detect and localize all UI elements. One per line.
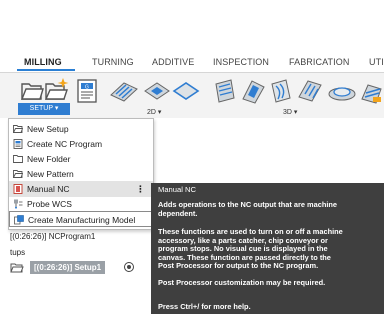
- 2d-adaptive-icon[interactable]: [108, 77, 140, 105]
- menu-item-new-folder[interactable]: New Folder: [9, 151, 153, 167]
- tooltip-details: These functions are used to turn on or o…: [158, 227, 378, 271]
- menu-item-label: Create Manufacturing Model: [28, 215, 136, 225]
- nc-program-toolbar-icon[interactable]: G: [76, 79, 98, 103]
- tooltip-description: Adds operations to the NC output that ar…: [158, 200, 378, 218]
- group-2d-label[interactable]: 2D ▾: [147, 108, 161, 116]
- manual-nc-icon: [13, 184, 23, 194]
- new-setup-icon[interactable]: [20, 80, 44, 102]
- 2d-face-icon[interactable]: [172, 77, 200, 105]
- menu-item-label: New Folder: [27, 154, 71, 164]
- tooltip-help-hint: Press Ctrl+/ for more help.: [158, 302, 251, 311]
- target-icon[interactable]: [124, 262, 134, 272]
- svg-text:G: G: [85, 84, 89, 90]
- menu-item-probe-wcs[interactable]: Probe WCS: [9, 196, 153, 212]
- menu-item-label: Manual NC: [27, 184, 70, 194]
- menu-item-label: Create NC Program: [27, 139, 103, 149]
- nc-program-icon: [13, 139, 23, 149]
- setups-folder-label[interactable]: tups: [10, 248, 25, 257]
- 3d-steep-shallow-icon[interactable]: [359, 79, 384, 105]
- menu-item-label: New Setup: [27, 124, 69, 134]
- group-3d-label[interactable]: 3D ▾: [283, 108, 297, 116]
- folder-icon: [13, 155, 23, 163]
- 2d-pocket-icon[interactable]: [143, 77, 171, 105]
- tab-fabrication[interactable]: FABRICATION: [289, 57, 349, 67]
- tooltip-title: Manual NC: [158, 185, 196, 194]
- tooltip-line: dependent.: [158, 208, 198, 218]
- probe-icon: [14, 199, 23, 209]
- tab-turning[interactable]: TURNING: [92, 57, 134, 67]
- 3d-pocket-icon[interactable]: [240, 77, 266, 105]
- tooltip-line: Post Processor for output to the NC prog…: [158, 261, 319, 271]
- setup-dropdown-button[interactable]: SETUP ▾: [18, 103, 70, 115]
- menu-item-label: Probe WCS: [27, 199, 72, 209]
- setup-node[interactable]: [(0:26:26)] Setup1: [8, 261, 148, 275]
- toolbar: G SETUP ▾ 2D ▾ 3D ▾: [0, 73, 384, 118]
- setup-star-icon[interactable]: [44, 77, 70, 102]
- menu-item-new-pattern[interactable]: New Pattern: [9, 166, 153, 182]
- manual-nc-tooltip: Manual NC Adds operations to the NC outp…: [151, 183, 384, 314]
- menu-item-manual-nc[interactable]: Manual NC ⋮: [9, 181, 153, 197]
- tab-additive[interactable]: ADDITIVE: [152, 57, 194, 67]
- menu-item-new-setup[interactable]: New Setup: [9, 121, 153, 137]
- new-setup-icon: [13, 125, 23, 133]
- tab-inspection[interactable]: INSPECTION: [213, 57, 269, 67]
- ribbon-tabs: MILLING TURNING ADDITIVE INSPECTION FABR…: [0, 57, 384, 71]
- pattern-icon: [13, 170, 23, 178]
- manufacturing-model-icon: [14, 215, 24, 225]
- 3d-scallop-icon[interactable]: [327, 79, 357, 103]
- active-tab-indicator: [17, 69, 75, 71]
- setup-dropdown-menu: New Setup Create NC Program New Folder N…: [8, 118, 154, 230]
- ncprogram-node[interactable]: [(0:26:26)] NCProgram1: [10, 232, 95, 241]
- setup-node-label[interactable]: [(0:26:26)] Setup1: [30, 261, 106, 274]
- 3d-adaptive-icon[interactable]: [213, 78, 237, 104]
- menu-item-create-manufacturing-model[interactable]: Create Manufacturing Model: [9, 211, 153, 227]
- menu-item-create-nc-program[interactable]: Create NC Program: [9, 136, 153, 152]
- 3d-contour-icon[interactable]: [268, 78, 294, 104]
- tab-utilities[interactable]: UTILI: [369, 57, 384, 67]
- more-options-icon[interactable]: ⋮: [136, 181, 145, 197]
- setup-folder-icon: [10, 263, 24, 273]
- tooltip-note: Post Processor customization may be requ…: [158, 278, 326, 287]
- tab-milling[interactable]: MILLING: [24, 57, 62, 67]
- menu-item-label: New Pattern: [27, 169, 74, 179]
- 3d-parallel-icon[interactable]: [296, 77, 324, 103]
